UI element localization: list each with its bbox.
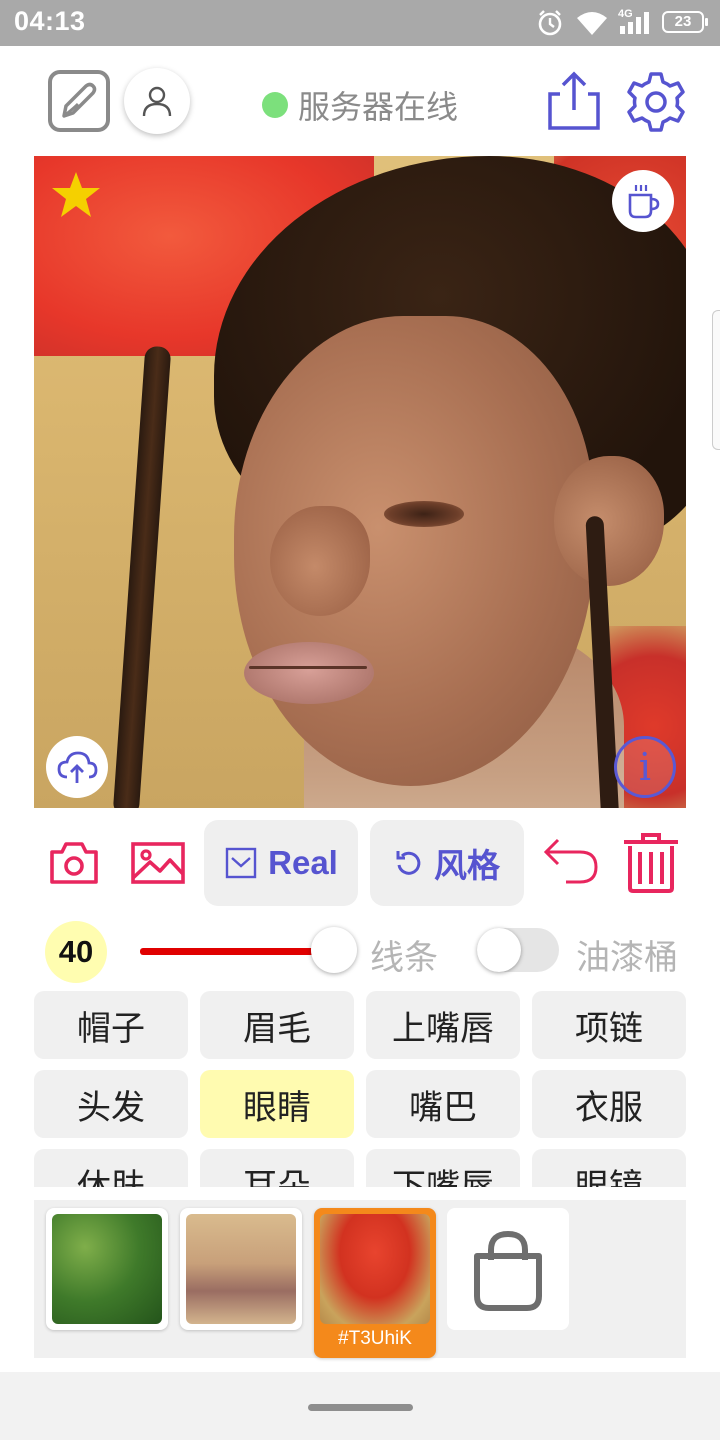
style-shop-button[interactable] — [447, 1208, 569, 1330]
status-time: 04:13 — [14, 6, 86, 36]
style-thumbnail-image — [52, 1214, 162, 1324]
lips-region — [244, 642, 374, 704]
brush-size-slider-track[interactable] — [140, 948, 335, 955]
top-bar: 服务器在线 — [0, 46, 720, 156]
face-parts-grid: 帽子 眉毛 上嘴唇 项链 头发 眼睛 嘴巴 衣服 休肤 耳朵 下嘴唇 眼镜 — [34, 991, 686, 1187]
status-dot — [262, 92, 288, 118]
part-button-eyebrows[interactable]: 眉毛 — [200, 991, 354, 1059]
star-icon[interactable] — [50, 170, 102, 220]
edit-toolbar: Real 风格 — [0, 818, 720, 910]
cloud-upload-button[interactable] — [46, 736, 108, 798]
real-mode-button[interactable]: Real — [204, 820, 358, 906]
part-button-hat[interactable]: 帽子 — [34, 991, 188, 1059]
part-button-upper-lip[interactable]: 上嘴唇 — [366, 991, 520, 1059]
battery-icon: 23 — [662, 11, 708, 33]
share-button[interactable] — [544, 70, 604, 136]
edge-panel-handle[interactable] — [712, 310, 720, 450]
info-button[interactable]: i — [614, 736, 676, 798]
style-thumbnail[interactable] — [180, 1208, 302, 1330]
status-bar: 04:13 4G 23 — [0, 0, 720, 46]
style-thumbnail-image — [186, 1214, 296, 1324]
server-status: 服务器在线 — [262, 82, 458, 128]
coffee-icon — [628, 185, 660, 219]
cloud-upload-icon — [57, 751, 98, 783]
nose-region — [270, 506, 370, 616]
brush-controls: 40 线条 油漆桶 — [0, 918, 720, 988]
part-button-necklace[interactable]: 项链 — [532, 991, 686, 1059]
part-button-ears[interactable]: 耳朵 — [200, 1149, 354, 1187]
ear-region — [554, 456, 664, 586]
home-gesture-handle[interactable] — [308, 1404, 413, 1411]
part-button-hair[interactable]: 头发 — [34, 1070, 188, 1138]
part-button-skin[interactable]: 休肤 — [34, 1149, 188, 1187]
battery-level: 23 — [674, 13, 692, 30]
photo-canvas[interactable]: i — [34, 156, 686, 808]
shopping-bag-icon — [474, 1230, 542, 1311]
part-button-lower-lip[interactable]: 下嘴唇 — [366, 1149, 520, 1187]
face-parts-panel: 帽子 眉毛 上嘴唇 项链 头发 眼睛 嘴巴 衣服 休肤 耳朵 下嘴唇 眼镜 — [34, 991, 686, 1187]
style-id-caption: #T3UhiK — [338, 1328, 412, 1349]
share-icon — [548, 71, 600, 130]
brush-size-badge: 40 — [45, 921, 107, 983]
trash-icon[interactable] — [622, 832, 680, 894]
paint-bucket-toggle[interactable] — [477, 928, 559, 972]
part-button-mouth[interactable]: 嘴巴 — [366, 1070, 520, 1138]
user-button[interactable] — [124, 68, 190, 134]
style-gallery: #T3UhiK — [34, 1200, 686, 1358]
image-icon[interactable] — [130, 838, 186, 886]
settings-icon — [627, 72, 685, 132]
lip-line — [249, 666, 367, 669]
undo-icon[interactable] — [542, 834, 600, 886]
hair-strand — [112, 345, 172, 808]
user-icon — [142, 86, 172, 117]
system-nav-bar — [0, 1372, 720, 1440]
checkbox-icon — [225, 847, 257, 879]
toggle-knob — [477, 928, 521, 972]
style-button[interactable]: 风格 — [370, 820, 524, 906]
wifi-icon — [577, 12, 607, 35]
info-icon: i — [638, 745, 652, 789]
part-button-glasses[interactable]: 眼镜 — [532, 1149, 686, 1187]
part-button-eyes[interactable]: 眼睛 — [200, 1070, 354, 1138]
camera-icon[interactable] — [48, 838, 100, 886]
settings-button[interactable] — [624, 70, 688, 138]
sketch-edit-button[interactable] — [48, 70, 110, 132]
eye-region — [384, 501, 464, 527]
rotate-icon — [396, 851, 421, 875]
brush-size-slider-thumb[interactable] — [311, 927, 357, 973]
real-mode-label: Real — [268, 844, 338, 881]
server-status-text: 服务器在线 — [298, 88, 459, 126]
coffee-button[interactable] — [612, 170, 674, 232]
part-button-clothes[interactable]: 衣服 — [532, 1070, 686, 1138]
style-thumbnail-image — [320, 1214, 430, 1324]
style-label: 风格 — [434, 847, 500, 884]
style-thumbnail[interactable] — [46, 1208, 168, 1330]
paint-bucket-label: 油漆桶 — [576, 938, 678, 978]
sketch-edit-icon — [62, 82, 97, 118]
alarm-icon — [538, 10, 562, 36]
style-thumbnail-selected[interactable]: #T3UhiK — [314, 1208, 436, 1358]
signal-icon — [620, 12, 649, 34]
line-mode-label: 线条 — [370, 938, 438, 978]
